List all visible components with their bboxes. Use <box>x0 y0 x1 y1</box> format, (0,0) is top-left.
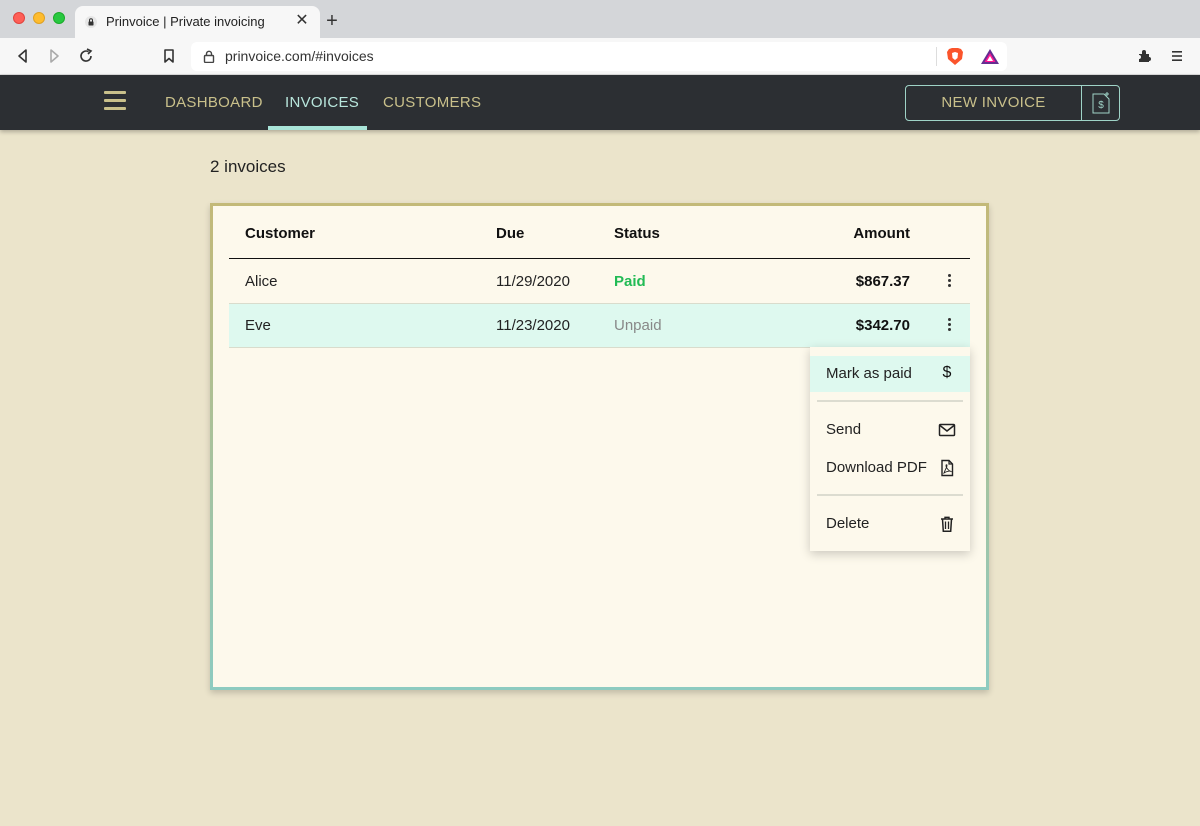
address-divider <box>936 47 937 66</box>
menu-divider <box>817 494 963 496</box>
minimize-window-button[interactable] <box>33 12 45 24</box>
app-navbar: DASHBOARD INVOICES CUSTOMERS NEW INVOICE… <box>0 75 1200 130</box>
menu-divider <box>817 400 963 402</box>
menu-icon[interactable] <box>1167 46 1187 66</box>
menu-item-delete[interactable]: Delete <box>810 506 970 542</box>
cell-due: 11/29/2020 <box>496 273 570 290</box>
cell-amount: $342.70 <box>855 317 910 334</box>
hamburger-menu-icon[interactable] <box>104 91 126 111</box>
active-tab-indicator <box>268 126 367 130</box>
close-window-button[interactable] <box>13 12 25 24</box>
trash-icon <box>941 516 953 533</box>
menu-item-label: Mark as paid <box>826 365 912 382</box>
pdf-icon <box>941 459 954 477</box>
extensions-icon[interactable] <box>1135 46 1155 66</box>
menu-item-label: Send <box>826 421 862 438</box>
close-tab-icon[interactable]: ✕ <box>294 12 310 30</box>
browser-tab-bar: Prinvoice | Private invoicing ✕ + <box>0 0 1200 38</box>
url-text: prinvoice.com/#invoices <box>225 48 374 64</box>
nav-customers[interactable]: CUSTOMERS <box>383 94 481 111</box>
header-due[interactable]: Due <box>496 225 524 242</box>
header-customer[interactable]: Customer <box>245 225 315 242</box>
favicon-icon <box>85 16 97 28</box>
new-invoice-divider <box>1081 86 1082 120</box>
table-row[interactable]: Eve 11/23/2020 Unpaid $342.70 <box>229 304 970 348</box>
invoice-count: 2 invoices <box>210 157 286 176</box>
zoom-window-button[interactable] <box>53 12 65 24</box>
header-amount[interactable]: Amount <box>853 225 910 242</box>
menu-item-label: Delete <box>826 515 870 532</box>
row-actions-menu: Mark as paid $ Send Download PDF Delete <box>810 347 970 551</box>
browser-toolbar: prinvoice.com/#invoices <box>0 38 1200 75</box>
cell-due: 11/23/2020 <box>496 317 570 334</box>
table-row[interactable]: Alice 11/29/2020 Paid $867.37 <box>229 260 970 304</box>
menu-item-download-pdf[interactable]: Download PDF <box>810 450 970 486</box>
brave-shields-icon[interactable] <box>946 47 964 66</box>
header-status[interactable]: Status <box>614 225 660 242</box>
dollar-icon: $ <box>942 364 952 381</box>
more-options-icon[interactable] <box>943 272 955 292</box>
nav-dashboard[interactable]: DASHBOARD <box>165 94 263 111</box>
new-invoice-label: NEW INVOICE <box>941 94 1046 111</box>
more-options-icon[interactable] <box>943 316 955 336</box>
envelope-icon <box>938 423 956 437</box>
menu-item-send[interactable]: Send <box>810 412 970 448</box>
status-badge: Paid <box>614 273 646 290</box>
nav-invoices[interactable]: INVOICES <box>285 94 359 111</box>
cell-customer: Eve <box>245 317 271 334</box>
new-invoice-icon: $ <box>1092 92 1110 114</box>
back-icon[interactable] <box>13 46 33 66</box>
brave-rewards-icon[interactable] <box>980 48 1000 65</box>
forward-icon[interactable] <box>44 46 64 66</box>
cell-amount: $867.37 <box>855 273 910 290</box>
table-header: Customer Due Status Amount <box>229 206 970 259</box>
menu-item-label: Download PDF <box>826 459 927 476</box>
dollar-sign-icon: $ <box>1098 100 1104 111</box>
status-badge: Unpaid <box>614 317 662 334</box>
new-tab-button[interactable]: + <box>322 11 342 31</box>
bookmark-icon[interactable] <box>159 46 179 66</box>
menu-item-mark-as-paid[interactable]: Mark as paid $ <box>810 356 970 392</box>
lock-icon <box>203 50 215 63</box>
browser-tab[interactable]: Prinvoice | Private invoicing ✕ <box>75 6 320 38</box>
cell-customer: Alice <box>245 273 278 290</box>
tab-title: Prinvoice | Private invoicing <box>106 14 265 29</box>
new-invoice-button[interactable]: NEW INVOICE $ <box>905 85 1120 121</box>
reload-icon[interactable] <box>76 46 96 66</box>
address-bar[interactable]: prinvoice.com/#invoices <box>191 42 1007 71</box>
